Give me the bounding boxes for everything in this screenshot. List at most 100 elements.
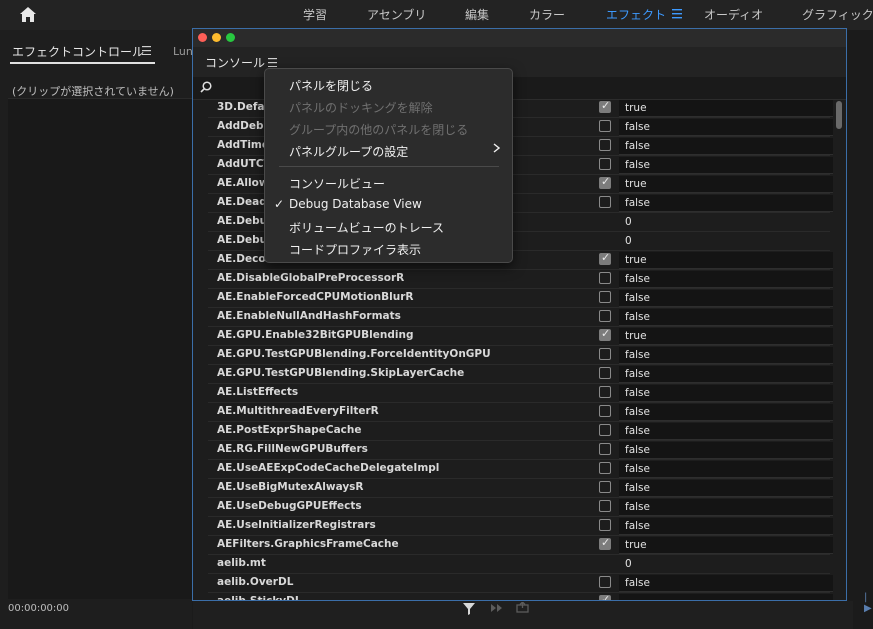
setting-checkbox[interactable] bbox=[599, 139, 611, 151]
setting-value-field[interactable]: false bbox=[619, 366, 833, 383]
vertical-scrollbar[interactable] bbox=[835, 99, 842, 589]
close-window-button[interactable] bbox=[198, 33, 207, 42]
setting-value-field[interactable]: true bbox=[619, 252, 833, 269]
setting-value-field[interactable]: false bbox=[619, 404, 833, 421]
workspace-tab-editing[interactable]: 編集 bbox=[465, 6, 489, 23]
table-row[interactable]: AE.RG.FillNewGPUBuffers false bbox=[193, 441, 846, 460]
setting-checkbox[interactable] bbox=[599, 310, 611, 322]
setting-checkbox[interactable] bbox=[599, 99, 611, 113]
setting-value-field[interactable]: false bbox=[619, 347, 833, 364]
menu-item-volume-view-trace[interactable]: ボリュームビューのトレース bbox=[289, 219, 444, 236]
zoom-window-button[interactable] bbox=[226, 33, 235, 42]
tab-lumetri[interactable]: Lun bbox=[173, 45, 193, 58]
setting-value-field[interactable]: 0 bbox=[619, 556, 833, 573]
panel-menu-icon[interactable] bbox=[268, 58, 277, 67]
setting-checkbox[interactable] bbox=[599, 462, 611, 474]
home-icon[interactable] bbox=[19, 6, 37, 23]
setting-value-field[interactable]: false bbox=[619, 575, 833, 592]
menu-item-panel-group-settings[interactable]: パネルグループの設定 bbox=[289, 143, 408, 160]
setting-value-field[interactable]: false bbox=[619, 461, 833, 478]
setting-checkbox[interactable] bbox=[599, 405, 611, 417]
setting-value-field[interactable]: true bbox=[619, 176, 833, 193]
workspace-tab-learn[interactable]: 学習 bbox=[303, 6, 327, 23]
window-titlebar[interactable] bbox=[193, 29, 846, 47]
setting-value-field[interactable]: false bbox=[619, 290, 833, 307]
setting-value-field[interactable]: false bbox=[619, 442, 833, 459]
workspace-tab-color[interactable]: カラー bbox=[529, 6, 565, 23]
menu-item-debug-database-view[interactable]: Debug Database View bbox=[289, 197, 422, 211]
setting-value-field[interactable]: true bbox=[619, 328, 833, 345]
setting-value-field[interactable]: false bbox=[619, 138, 833, 155]
scrollbar-thumb[interactable] bbox=[836, 101, 842, 129]
setting-value-field[interactable]: false bbox=[619, 385, 833, 402]
setting-value-field[interactable]: 0 bbox=[619, 233, 833, 250]
setting-checkbox[interactable] bbox=[599, 327, 611, 341]
table-row[interactable]: AE.DisableGlobalPreProcessorR false bbox=[193, 270, 846, 289]
tab-console[interactable]: コンソール bbox=[205, 54, 265, 71]
setting-value-field[interactable]: false bbox=[619, 480, 833, 497]
setting-checkbox[interactable] bbox=[599, 424, 611, 436]
tab-effect-controls[interactable]: エフェクトコントロール bbox=[12, 43, 144, 60]
table-row[interactable]: AEFilters.GraphicsFrameCache true bbox=[193, 536, 846, 555]
table-row[interactable]: aelib.mt 0 bbox=[193, 555, 846, 574]
table-row[interactable]: AE.GPU.Enable32BitGPUBlending true bbox=[193, 327, 846, 346]
setting-value-field[interactable]: false bbox=[619, 518, 833, 535]
setting-checkbox[interactable] bbox=[599, 291, 611, 303]
panel-menu-icon[interactable] bbox=[142, 46, 151, 55]
table-row[interactable]: AE.GPU.TestGPUBlending.ForceIdentityOnGP… bbox=[193, 346, 846, 365]
setting-value-field[interactable]: true bbox=[619, 100, 833, 117]
filter-icon[interactable] bbox=[463, 603, 475, 616]
table-row[interactable]: AE.ListEffects false bbox=[193, 384, 846, 403]
expand-arrow-icon[interactable]: |▶ bbox=[864, 592, 873, 614]
table-row[interactable]: AE.UseBigMutexAlwaysR false bbox=[193, 479, 846, 498]
table-row[interactable]: AE.EnableForcedCPUMotionBlurR false bbox=[193, 289, 846, 308]
table-row[interactable]: aelib.OverDL false bbox=[193, 574, 846, 593]
setting-checkbox[interactable] bbox=[599, 500, 611, 512]
workspace-tab-audio[interactable]: オーディオ bbox=[704, 6, 763, 23]
timecode[interactable]: 00:00:00:00 bbox=[8, 603, 69, 614]
menu-item-close-panel[interactable]: パネルを閉じる bbox=[289, 77, 373, 94]
table-row[interactable]: AE.EnableNullAndHashFormats false bbox=[193, 308, 846, 327]
setting-checkbox[interactable] bbox=[599, 272, 611, 284]
setting-value-field[interactable] bbox=[619, 594, 833, 600]
setting-value-field[interactable]: false bbox=[619, 309, 833, 326]
setting-checkbox[interactable] bbox=[599, 481, 611, 493]
setting-checkbox[interactable] bbox=[599, 593, 611, 600]
setting-checkbox[interactable] bbox=[599, 367, 611, 379]
workspace-tab-graphics[interactable]: グラフィック bbox=[802, 6, 873, 23]
menu-item-console-view[interactable]: コンソールビュー bbox=[289, 175, 385, 192]
setting-value-field[interactable]: false bbox=[619, 157, 833, 174]
setting-checkbox[interactable] bbox=[599, 519, 611, 531]
setting-checkbox[interactable] bbox=[599, 386, 611, 398]
setting-value-field[interactable]: 0 bbox=[619, 214, 833, 231]
table-row[interactable]: AE.MultithreadEveryFilterR false bbox=[193, 403, 846, 422]
setting-checkbox[interactable] bbox=[599, 158, 611, 170]
setting-value-field[interactable]: false bbox=[619, 271, 833, 288]
table-row[interactable]: AE.UseInitializerRegistrars false bbox=[193, 517, 846, 536]
setting-checkbox[interactable] bbox=[599, 175, 611, 189]
minimize-window-button[interactable] bbox=[212, 33, 221, 42]
table-row[interactable]: aelib.StickyDL bbox=[193, 593, 846, 600]
setting-value-field[interactable]: true bbox=[619, 537, 833, 554]
setting-value-field[interactable]: false bbox=[619, 499, 833, 516]
setting-value-field[interactable]: false bbox=[619, 119, 833, 136]
workspace-menu-icon[interactable] bbox=[672, 8, 682, 19]
setting-value-field[interactable]: false bbox=[619, 195, 833, 212]
forward-icon[interactable] bbox=[490, 603, 504, 613]
workspace-tab-effects[interactable]: エフェクト bbox=[606, 6, 666, 23]
table-row[interactable]: AE.PostExprShapeCache false bbox=[193, 422, 846, 441]
setting-checkbox[interactable] bbox=[599, 443, 611, 455]
setting-checkbox[interactable] bbox=[599, 348, 611, 360]
setting-value-field[interactable]: false bbox=[619, 423, 833, 440]
setting-checkbox[interactable] bbox=[599, 576, 611, 588]
menu-item-close-other-panels[interactable]: グループ内の他のパネルを閉じる bbox=[289, 121, 468, 138]
table-row[interactable]: AE.UseDebugGPUEffects false bbox=[193, 498, 846, 517]
menu-item-undock-panel[interactable]: パネルのドッキングを解除 bbox=[289, 99, 433, 116]
setting-checkbox[interactable] bbox=[599, 251, 611, 265]
table-row[interactable]: AE.UseAEExpCodeCacheDelegateImpl false bbox=[193, 460, 846, 479]
export-icon[interactable] bbox=[516, 602, 529, 613]
table-row[interactable]: AE.GPU.TestGPUBlending.SkipLayerCache fal… bbox=[193, 365, 846, 384]
setting-checkbox[interactable] bbox=[599, 536, 611, 550]
setting-checkbox[interactable] bbox=[599, 120, 611, 132]
setting-checkbox[interactable] bbox=[599, 196, 611, 208]
